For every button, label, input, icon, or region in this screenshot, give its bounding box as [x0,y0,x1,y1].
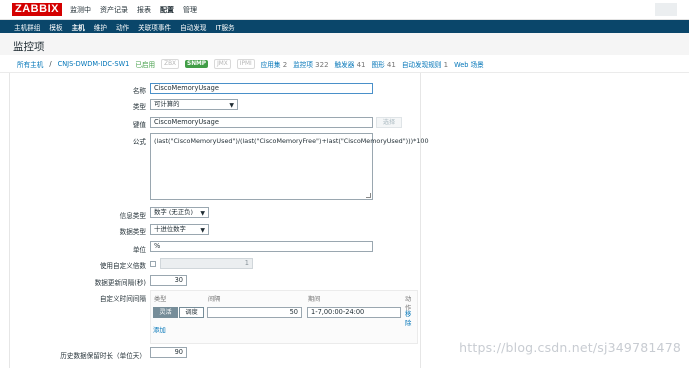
breadcrumb-separator: / [49,59,52,68]
applications-label: 应用集 [260,60,281,69]
sub-menu-correlation[interactable]: 关联项事件 [138,22,171,32]
sub-menu-maintenance[interactable]: 维护 [94,22,107,32]
sub-menu-host-groups[interactable]: 主机群组 [14,22,40,32]
add-interval-link[interactable]: 添加 [153,325,166,334]
items-link[interactable]: 监控项 322 [293,59,328,69]
formula-text: (last("CiscoMemoryUsed")/(last("CiscoMem… [154,137,429,145]
multiplier-checkbox[interactable] [150,261,156,267]
discovery-rules-label: 自动发现规则 [401,60,442,69]
all-hosts-link[interactable]: 所有主机 [17,59,43,69]
data-type-select-value: 十进位数字 [154,225,186,233]
data-type-select[interactable]: 十进位数字 ▼ [150,224,209,235]
page-title: 监控项 [13,41,45,53]
discovery-rules-count: 1 [443,60,449,69]
multiplier-input[interactable]: 1 [160,258,253,269]
key-input[interactable]: CiscoMemoryUsage [150,117,373,128]
sub-menu-it-services[interactable]: IT服务 [215,22,234,32]
interval-input[interactable]: 50 [207,307,302,318]
item-form: 名称 CiscoMemoryUsage 类型 可计算的 ▼ 键值 CiscoMe… [9,73,429,368]
items-label: 监控项 [293,60,313,69]
snmp-badge: SNMP [185,59,209,68]
jmx-badge: JMX [214,58,231,69]
applications-link[interactable]: 应用集 2 [261,59,287,69]
sub-menu-hosts[interactable]: 主机 [72,22,85,32]
sub-menu: 主机群组 模板 主机 维护 动作 关联项事件 自动发现 IT服务 [0,20,689,33]
top-menu-reports[interactable]: 报表 [137,5,151,15]
custom-intervals-table: 类型 间隔 期间 动作 灵活 调度 50 1-7,00:00-24:00 移除 … [150,290,418,344]
status-enabled[interactable]: 已启用 [135,59,155,69]
items-count: 322 [315,60,329,69]
type-label: 类型 [132,103,146,111]
formula-label: 公式 [132,138,146,146]
flexible-toggle[interactable]: 灵活 [153,307,178,318]
zabbix-logo[interactable]: ZABBIX [12,3,62,16]
triggers-label: 触发器 [334,60,355,69]
top-menu-inventory[interactable]: 资产记录 [100,5,128,15]
chevron-down-icon: ▼ [200,227,205,234]
custom-intervals-label: 自定义时间间隔 [99,295,146,303]
remove-interval-link[interactable]: 移除 [405,309,417,327]
history-input[interactable]: 90 [150,347,187,358]
type-select[interactable]: 可计算的 ▼ [150,99,238,110]
top-menu-monitoring[interactable]: 监测中 [70,5,91,15]
update-interval-input[interactable]: 30 [150,275,187,286]
top-bar: ZABBIX 监测中 资产记录 报表 配置 管理 [0,0,689,20]
key-label: 键值 [132,121,146,129]
graphs-label: 图形 [371,60,385,69]
col-period: 期间 [308,296,321,303]
units-label: 单位 [132,246,146,254]
applications-count: 2 [282,60,288,69]
name-input[interactable]: CiscoMemoryUsage [150,83,373,94]
sub-menu-actions[interactable]: 动作 [116,22,129,32]
host-link[interactable]: CNJS-DWDM-IDC-SW1 [58,60,130,68]
search-box[interactable] [655,3,677,16]
top-menu: 监测中 资产记录 报表 配置 管理 [70,5,197,15]
web-scenarios-link[interactable]: Web 场景 [454,59,484,69]
graphs-count: 41 [386,60,396,69]
info-type-label: 信息类型 [119,212,146,220]
zbx-badge: ZBX [161,58,180,69]
key-select-button[interactable]: 选择 [376,117,402,128]
update-interval-label: 数据更新间隔(秒) [94,279,146,287]
chevron-down-icon: ▼ [229,102,234,109]
col-type: 类型 [154,296,167,303]
multiplier-label: 使用自定义倍数 [99,262,146,270]
header-area [0,33,689,55]
period-input[interactable]: 1-7,00:00-24:00 [307,307,401,318]
discovery-rules-link[interactable]: 自动发现规则 1 [402,59,448,69]
sub-menu-discovery[interactable]: 自动发现 [180,22,206,32]
type-select-value: 可计算的 [154,100,180,108]
graphs-link[interactable]: 图形 41 [371,59,395,69]
info-type-select-value: 数字 (无正负) [154,208,193,216]
triggers-link[interactable]: 触发器 41 [335,59,366,69]
sub-menu-templates[interactable]: 模板 [49,22,62,32]
top-menu-administration[interactable]: 管理 [183,5,197,15]
triggers-count: 41 [356,60,366,69]
history-label: 历史数据保留时长（单位天） [60,352,146,360]
info-type-select[interactable]: 数字 (无正负) ▼ [150,207,209,218]
name-label: 名称 [132,87,146,95]
chevron-down-icon: ▼ [200,210,205,217]
ipmi-badge: IPMI [236,58,255,69]
units-input[interactable]: % [150,241,373,252]
col-interval: 间隔 [208,296,221,303]
top-menu-configuration[interactable]: 配置 [160,5,174,15]
formula-textarea[interactable]: (last("CiscoMemoryUsed")/(last("CiscoMem… [150,133,429,200]
resize-grip-icon[interactable] [366,193,371,198]
host-nav: 所有主机 / CNJS-DWDM-IDC-SW1 已启用 ZBX SNMP JM… [0,55,689,73]
watermark: https://blog.csdn.net/sj349781478 [459,340,681,355]
data-type-label: 数据类型 [119,228,146,236]
scheduling-toggle[interactable]: 调度 [179,307,204,318]
